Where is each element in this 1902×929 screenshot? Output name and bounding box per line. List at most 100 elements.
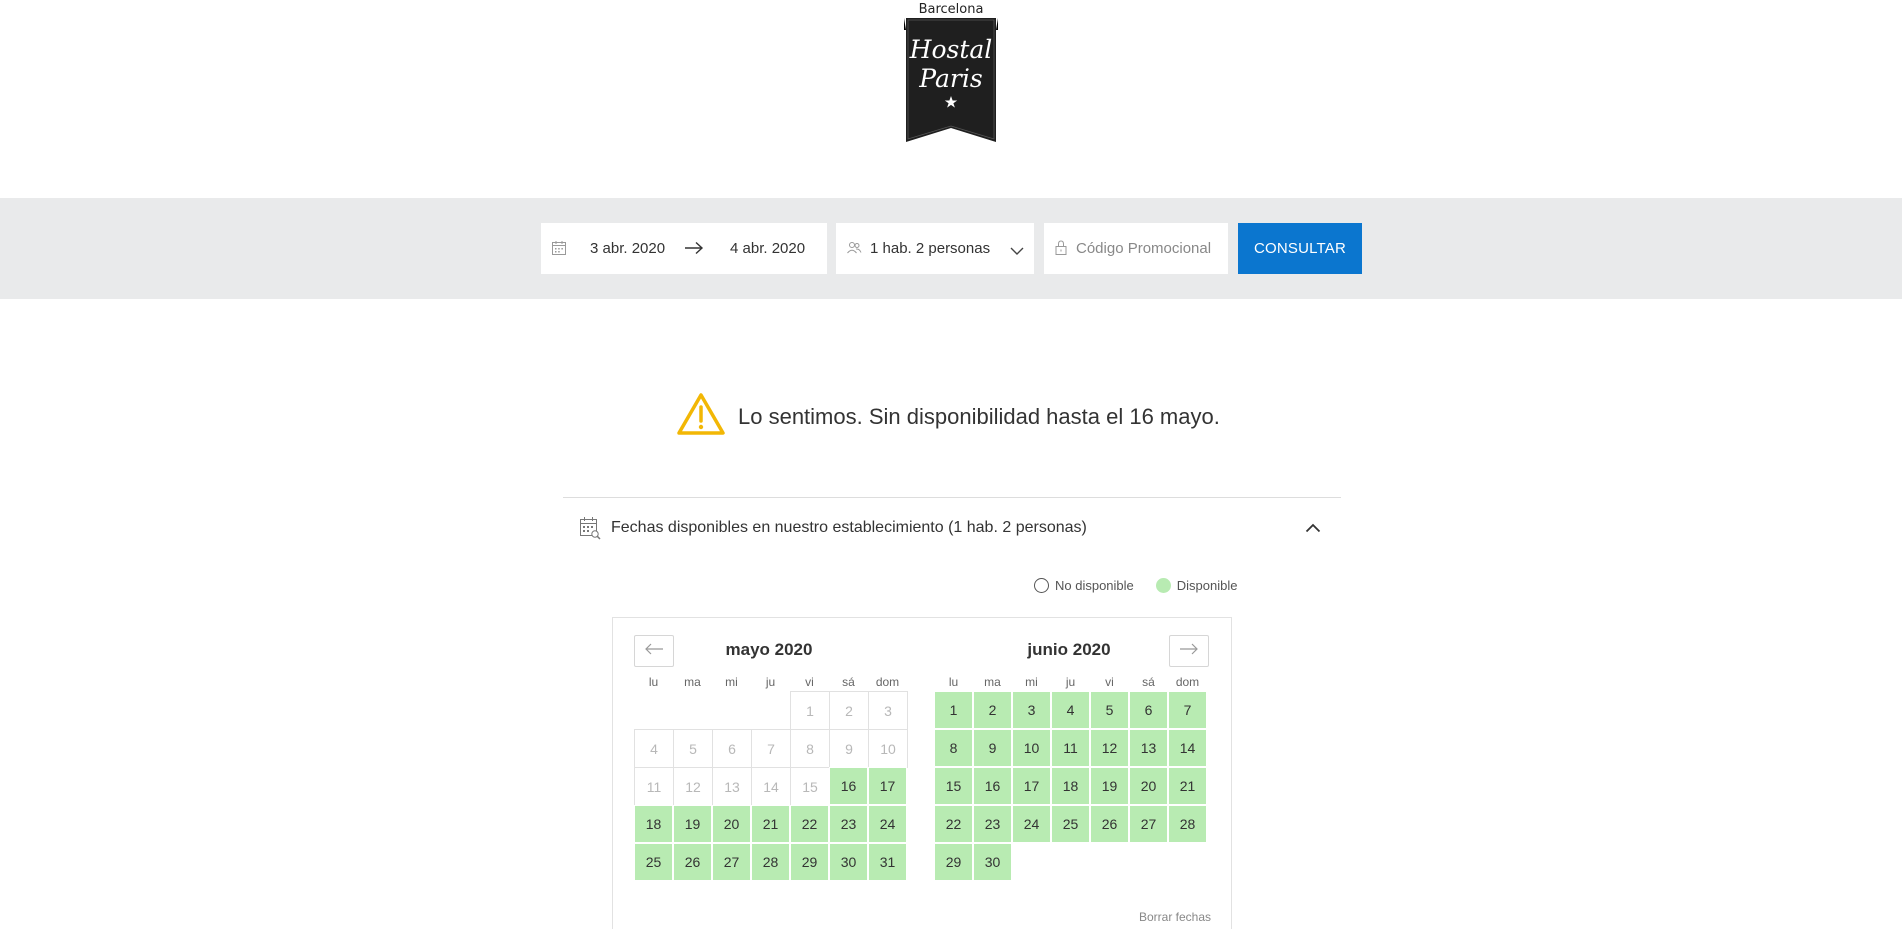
unavailable-day: 7 [751,729,791,768]
promo-code-field[interactable] [1044,223,1228,274]
available-day[interactable]: 20 [712,805,751,843]
unavailable-day: 3 [868,691,908,730]
available-dot-icon [1155,578,1171,593]
chevron-up-icon[interactable] [1305,520,1321,538]
available-day[interactable]: 6 [1129,691,1168,729]
available-day[interactable]: 24 [868,805,907,843]
available-day[interactable]: 31 [868,843,907,881]
day-grid: 1 2 3 4 5 6 7 8 9 10 11 12 13 14 15 16 17 18 19 20 21 22 23 24 2… [634,691,908,881]
available-day[interactable]: 23 [829,805,868,843]
unavailable-day: 9 [829,729,869,768]
available-day[interactable]: 22 [790,805,829,843]
available-day[interactable]: 13 [1129,729,1168,767]
weekday-label: lu [648,675,659,689]
month-title: mayo 2020 [725,640,813,659]
available-day[interactable]: 17 [868,767,907,805]
available-day[interactable]: 14 [1168,729,1207,767]
unavailable-day: 8 [790,729,830,768]
unavailable-day: 10 [868,729,908,768]
available-day[interactable]: 16 [829,767,868,805]
logo-banner-icon: Hostal Paris [904,18,998,142]
arrow-right-icon [684,241,704,259]
available-day[interactable]: 28 [751,843,790,881]
available-day[interactable]: 19 [1090,767,1129,805]
checkout-date[interactable]: 4 abr. 2020 [730,240,805,257]
available-day[interactable]: 9 [973,729,1012,767]
available-day[interactable]: 3 [1012,691,1051,729]
available-day[interactable]: 25 [1051,805,1090,843]
unavailable-dot-icon [1034,578,1049,593]
weekday-label: vi [1105,675,1114,689]
search-bar: 3 abr. 2020 4 abr. 2020 1 hab. 2 persona… [0,198,1902,299]
available-day[interactable]: 18 [1051,767,1090,805]
logo-name-line1: Hostal [909,35,993,64]
calendar-icon [551,240,567,256]
available-day[interactable]: 19 [673,805,712,843]
guests-selector[interactable]: 1 hab. 2 personas [836,223,1034,274]
unavailable-day: 4 [634,729,674,768]
month-may-2020: mayo 2020 lu ma mi ju vi sá dom 12345678… [634,636,908,881]
available-day[interactable]: 21 [1168,767,1207,805]
available-day[interactable]: 29 [934,843,973,881]
empty-day-cell [673,691,712,729]
available-day[interactable]: 27 [1129,805,1168,843]
available-day[interactable]: 21 [751,805,790,843]
weekday-header: lu ma mi ju vi sá dom [934,673,1204,691]
available-day[interactable]: 17 [1012,767,1051,805]
unavailable-day: 2 [829,691,869,730]
available-day[interactable]: 11 [1051,729,1090,767]
weekday-label: ju [1065,675,1076,689]
available-day[interactable]: 7 [1168,691,1207,729]
available-day[interactable]: 27 [712,843,751,881]
weekday-label: sá [842,675,855,689]
available-day[interactable]: 25 [634,843,673,881]
available-day[interactable]: 22 [934,805,973,843]
available-day[interactable]: 4 [1051,691,1090,729]
available-day[interactable]: 1 [934,691,973,729]
clear-dates-link[interactable]: Borrar fechas [1139,910,1211,924]
available-day[interactable]: 15 [934,767,973,805]
available-day[interactable]: 20 [1129,767,1168,805]
header: Barcelona Hostal Paris [0,0,1902,198]
hostal-logo[interactable]: Barcelona Hostal Paris [890,0,1012,150]
available-day[interactable]: 24 [1012,805,1051,843]
weekday-label: ju [765,675,776,689]
unavailable-day: 13 [712,767,752,806]
available-day[interactable]: 8 [934,729,973,767]
available-day[interactable]: 18 [634,805,673,843]
promo-code-input[interactable] [1076,223,1224,274]
available-day[interactable]: 12 [1090,729,1129,767]
weekday-label: mi [1025,675,1038,689]
legend-available: Disponible [1176,578,1238,593]
available-day[interactable]: 26 [1090,805,1129,843]
chevron-down-icon [1010,243,1024,260]
empty-day-cell [712,691,751,729]
weekday-label: vi [805,675,814,689]
available-day[interactable]: 16 [973,767,1012,805]
weekday-label: dom [1175,675,1200,689]
weekday-label: sá [1142,675,1155,689]
weekday-header: lu ma mi ju vi sá dom [634,673,904,691]
availability-panel-header[interactable]: Fechas disponibles en nuestro establecim… [563,498,1341,558]
available-day[interactable]: 26 [673,843,712,881]
day-grid: 1 2 3 4 5 6 7 8 9 10 11 12 13 14 15 16 17 18 19 20 21 22 23 24 2… [934,691,1207,881]
empty-day-cell [634,691,673,729]
available-day[interactable]: 29 [790,843,829,881]
unavailable-day: 1 [790,691,830,730]
weekday-label: ma [684,675,701,689]
available-day[interactable]: 30 [973,843,1012,881]
consultar-button[interactable]: CONSULTAR [1238,223,1362,274]
unavailable-day: 5 [673,729,713,768]
guests-value: 1 hab. 2 personas [870,240,991,257]
available-day[interactable]: 10 [1012,729,1051,767]
available-day[interactable]: 23 [973,805,1012,843]
available-day[interactable]: 28 [1168,805,1207,843]
available-day[interactable]: 5 [1090,691,1129,729]
available-day[interactable]: 2 [973,691,1012,729]
availability-panel: Fechas disponibles en nuestro establecim… [563,497,1341,558]
checkin-date[interactable]: 3 abr. 2020 [590,240,665,257]
unavailable-day: 14 [751,767,791,806]
date-range-picker[interactable]: 3 abr. 2020 4 abr. 2020 [541,223,827,274]
available-day[interactable]: 30 [829,843,868,881]
month-title: junio 2020 [1027,640,1111,659]
